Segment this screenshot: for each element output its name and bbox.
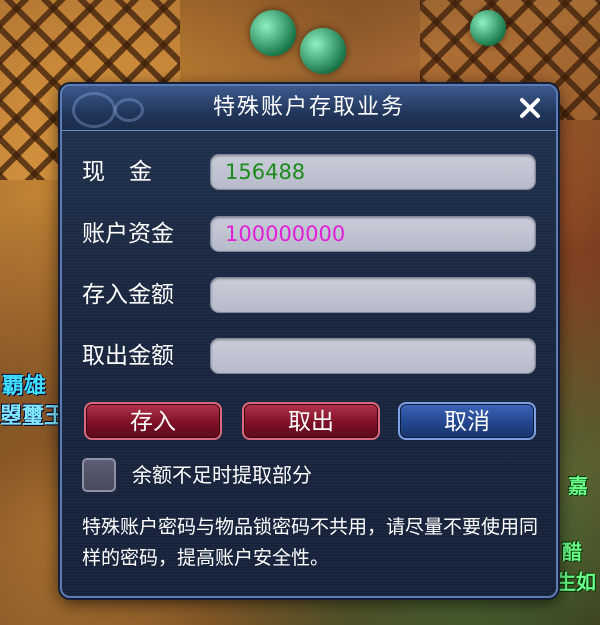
- cash-value-field: 156488: [210, 154, 536, 190]
- hanging-ornament: [300, 28, 346, 74]
- npc-name-left: 覇雄: [2, 374, 47, 399]
- withdraw-amount-input[interactable]: [210, 338, 536, 374]
- account-funds-value-field: 100000000: [210, 216, 536, 252]
- cash-label: 现金: [82, 159, 176, 185]
- deposit-amount-input[interactable]: [210, 277, 536, 313]
- special-account-dialog: 特殊账户存取业务 现金 156488 账户资金 100000000 存入金额 取…: [60, 84, 558, 598]
- npc-name-right: 嘉: [568, 474, 588, 498]
- partial-withdraw-label: 余额不足时提取部分: [132, 463, 312, 487]
- security-notice: 特殊账户密码与物品锁密码不共用，请尽量不要使用同样的密码，提高账户安全性。: [82, 516, 539, 569]
- close-x-icon: [520, 98, 540, 118]
- npc-name-right-2: 醋: [562, 540, 582, 564]
- hanging-ornament: [470, 10, 506, 46]
- deposit-button[interactable]: 存入: [84, 402, 222, 440]
- npc-name-right-3: 生如: [556, 570, 596, 594]
- close-button[interactable]: [516, 94, 544, 122]
- withdraw-button[interactable]: 取出: [242, 402, 380, 440]
- dialog-title: 特殊账户存取业务: [212, 95, 405, 120]
- withdraw-amount-label: 取出金额: [82, 343, 174, 369]
- deposit-amount-label: 存入金额: [82, 282, 174, 308]
- npc-name-left-2: 曌璽玉: [0, 404, 67, 429]
- partial-withdraw-checkbox[interactable]: [82, 458, 116, 492]
- hanging-ornament: [250, 10, 296, 56]
- dialog-titlebar: 特殊账户存取业务: [62, 86, 556, 131]
- cancel-button[interactable]: 取消: [398, 402, 536, 440]
- account-funds-label: 账户资金: [82, 221, 174, 247]
